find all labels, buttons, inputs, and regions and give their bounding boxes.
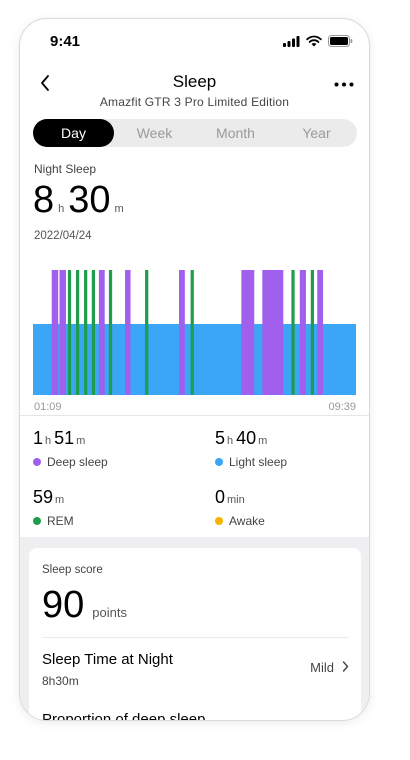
light-minutes-unit: m xyxy=(258,435,268,447)
device-name: Amazfit GTR 3 Pro Limited Edition xyxy=(99,95,290,109)
stat-deep-sleep: 1 h 51 m Deep sleep xyxy=(33,428,108,469)
sleep-score-unit: points xyxy=(92,605,127,620)
sleep-time-title: Sleep Time at Night xyxy=(42,651,173,668)
sleep-segment-deep xyxy=(59,270,66,395)
sleep-segment-deep xyxy=(98,270,105,395)
status-bar: 9:41 xyxy=(20,19,369,63)
battery-icon xyxy=(328,34,353,52)
awake-dot xyxy=(215,517,223,525)
deep-minutes: 51 xyxy=(54,428,75,448)
light-hours: 5 xyxy=(215,428,226,448)
sleep-time-value: 8h30m xyxy=(42,674,79,688)
stat-awake: 0 min Awake xyxy=(215,487,265,528)
deep-proportion-title[interactable]: Proportion of deep sleep xyxy=(42,711,205,720)
sleep-segment-rem xyxy=(190,270,194,395)
status-icons xyxy=(283,34,353,52)
sleep-segment-light xyxy=(33,324,356,395)
sleep-segment-deep xyxy=(317,270,324,395)
sleep-segment-deep xyxy=(51,270,59,395)
rem-dot xyxy=(33,517,41,525)
stat-rem: 59 m REM xyxy=(33,487,74,528)
sleep-segment-rem xyxy=(108,270,113,395)
wifi-icon xyxy=(306,34,322,52)
light-sleep-dot xyxy=(215,458,223,466)
more-button[interactable] xyxy=(331,73,357,93)
awake-minutes: 0 xyxy=(215,487,226,507)
light-sleep-label: Light sleep xyxy=(229,455,288,469)
deep-sleep-dot xyxy=(33,458,41,466)
light-minutes: 40 xyxy=(236,428,257,448)
sleep-segment-deep xyxy=(179,270,185,395)
duration-minutes: 30 xyxy=(68,179,111,221)
deep-sleep-label: Deep sleep xyxy=(47,455,108,469)
sleep-segment-rem xyxy=(291,270,295,395)
deep-hours: 1 xyxy=(33,428,44,448)
sleep-time-status-label: Mild xyxy=(310,660,334,675)
sleep-score-label: Sleep score xyxy=(42,564,103,576)
sleep-duration: 8 h 30 m xyxy=(33,179,128,222)
awake-label: Awake xyxy=(229,514,265,528)
sleep-segment-rem xyxy=(75,270,80,395)
tab-week[interactable]: Week xyxy=(114,119,195,147)
duration-hours-unit: h xyxy=(58,203,65,215)
signal-icon xyxy=(283,34,300,52)
page-title: Sleep xyxy=(172,72,217,91)
rem-minutes: 59 xyxy=(33,487,54,507)
deep-minutes-unit: m xyxy=(76,435,86,447)
sleep-segment-deep xyxy=(241,270,255,395)
chevron-right-icon xyxy=(342,660,349,675)
sleep-segment-deep xyxy=(125,270,131,395)
sleep-score: 90 points xyxy=(42,584,127,627)
phone-frame: 9:41 Sleep Amazfit GTR 3 Pro Limited Edi… xyxy=(19,18,370,721)
sleep-segment-deep xyxy=(299,270,306,395)
sleep-segment-rem xyxy=(91,270,96,395)
more-dots-icon xyxy=(334,74,354,92)
deep-hours-unit: h xyxy=(45,435,52,447)
sleep-segment-rem xyxy=(84,270,88,395)
night-sleep-label: Night Sleep xyxy=(34,162,97,176)
sleep-stage-chart[interactable] xyxy=(33,265,356,395)
sleep-segment-rem xyxy=(310,270,315,395)
chart-start-time: 01:09 xyxy=(34,401,62,413)
rem-minutes-unit: m xyxy=(55,494,65,506)
light-hours-unit: h xyxy=(227,435,234,447)
sleep-date: 2022/04/24 xyxy=(34,230,92,242)
status-time: 9:41 xyxy=(50,33,81,50)
tab-month[interactable]: Month xyxy=(195,119,276,147)
tab-year[interactable]: Year xyxy=(276,119,357,147)
rem-label: REM xyxy=(47,514,74,528)
duration-minutes-unit: m xyxy=(114,203,124,215)
sleep-score-card: Sleep score 90 points Sleep Time at Nigh… xyxy=(29,548,361,720)
sleep-segment-rem xyxy=(145,270,149,395)
awake-minutes-unit: min xyxy=(227,494,245,506)
sleep-segment-rem xyxy=(67,270,72,395)
stat-light-sleep: 5 h 40 m Light sleep xyxy=(215,428,287,469)
chart-end-time: 09:39 xyxy=(328,401,356,413)
sleep-segment-deep xyxy=(262,270,284,395)
divider xyxy=(20,415,369,416)
sleep-score-value: 90 xyxy=(42,584,85,626)
card-divider xyxy=(42,637,349,638)
sleep-time-status: Mild xyxy=(310,660,349,675)
nav-bar: Sleep Amazfit GTR 3 Pro Limited Edition xyxy=(20,69,369,115)
duration-hours: 8 xyxy=(33,179,55,221)
period-tabs: Day Week Month Year xyxy=(33,119,357,147)
tab-day[interactable]: Day xyxy=(33,119,114,147)
